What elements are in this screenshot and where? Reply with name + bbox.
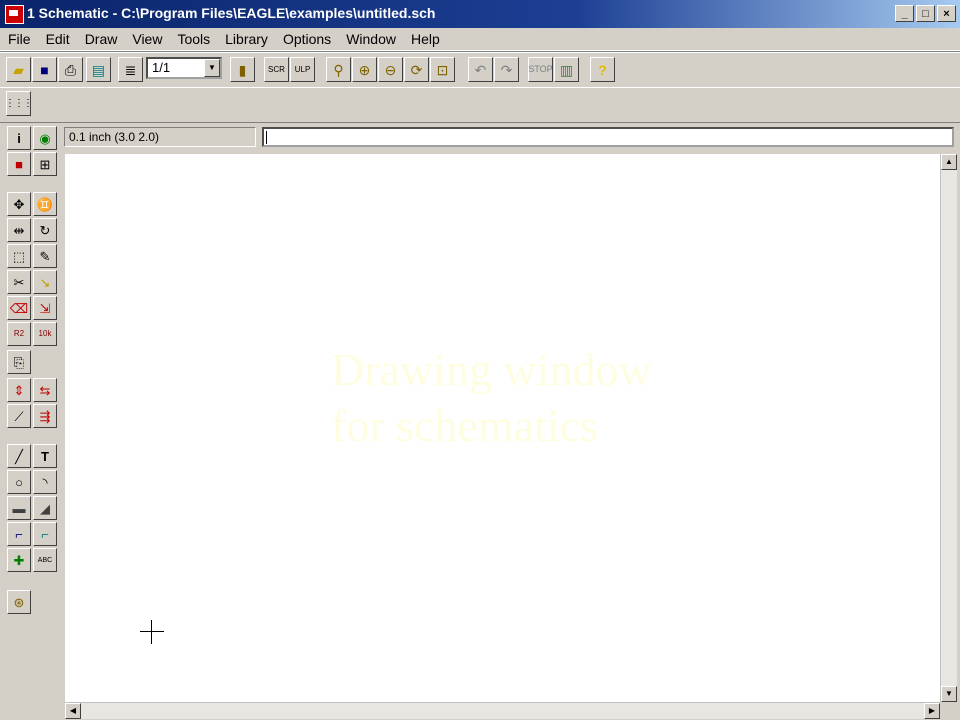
scroll-left-icon[interactable]: ◀ xyxy=(65,703,81,719)
print-icon[interactable]: ⎙ xyxy=(58,57,83,82)
parameter-toolbar: ⋮⋮⋮ xyxy=(0,87,960,123)
use-library-icon[interactable]: ▮ xyxy=(230,57,255,82)
menu-bar: File Edit Draw View Tools Library Option… xyxy=(0,28,960,51)
net-icon[interactable]: ⌐ xyxy=(33,522,57,546)
pinswap-icon[interactable]: ⇕ xyxy=(7,378,31,402)
menu-draw[interactable]: Draw xyxy=(77,31,125,47)
menu-options[interactable]: Options xyxy=(275,31,338,47)
mark-icon[interactable]: ⊞ xyxy=(33,152,57,176)
delete-icon[interactable]: ⌫ xyxy=(7,296,31,320)
zoom-in-icon[interactable]: ⊕ xyxy=(352,57,377,82)
add-icon[interactable]: ⇲ xyxy=(33,296,57,320)
text-caret xyxy=(266,131,267,144)
mirror-icon[interactable]: ⇹ xyxy=(7,218,31,242)
crosshair-cursor-vertical xyxy=(151,620,152,644)
copy-icon[interactable]: ♊ xyxy=(33,192,57,216)
text-icon[interactable]: T xyxy=(33,444,57,468)
sheet-icon[interactable]: ≣ xyxy=(118,57,143,82)
script-icon[interactable]: SCR xyxy=(264,57,289,82)
cut-icon[interactable]: ✂ xyxy=(7,270,31,294)
rotate-icon[interactable]: ↻ xyxy=(33,218,57,242)
grid-readout: 0.1 inch (3.0 2.0) xyxy=(64,127,256,147)
zoom-redraw-icon[interactable]: ⟳ xyxy=(404,57,429,82)
circle-icon[interactable]: ○ xyxy=(7,470,31,494)
menu-help[interactable]: Help xyxy=(403,31,447,47)
command-line-input[interactable] xyxy=(262,127,954,147)
redo-icon[interactable]: ↷ xyxy=(494,57,519,82)
move-icon[interactable]: ✥ xyxy=(7,192,31,216)
vertical-scrollbar[interactable]: ▲ ▼ xyxy=(940,154,957,702)
menu-library[interactable]: Library xyxy=(217,31,275,47)
erc-icon[interactable]: ⊛ xyxy=(7,590,31,614)
grid-icon[interactable]: ⋮⋮⋮ xyxy=(5,91,33,116)
maximize-button[interactable]: □ xyxy=(916,5,935,22)
save-icon[interactable]: ■ xyxy=(32,57,57,82)
name-icon[interactable]: R2 xyxy=(7,322,31,346)
invoke-icon[interactable]: ⇶ xyxy=(33,404,57,428)
arc-icon[interactable]: ◝ xyxy=(33,470,57,494)
scroll-up-icon[interactable]: ▲ xyxy=(941,154,957,170)
open-icon[interactable]: ▰ xyxy=(6,57,31,82)
smash-icon[interactable]: ⎘ xyxy=(7,350,31,374)
size-grip xyxy=(940,702,956,718)
paste-icon[interactable]: ↘ xyxy=(33,270,57,294)
ulp-icon[interactable]: ULP xyxy=(290,57,315,82)
zoom-fit-icon[interactable]: ⚲ xyxy=(326,57,351,82)
display-icon[interactable]: ■ xyxy=(7,152,31,176)
minimize-button[interactable]: _ xyxy=(895,5,914,22)
zoom-out-icon[interactable]: ⊖ xyxy=(378,57,403,82)
label-icon[interactable]: ABC xyxy=(33,548,57,572)
value-icon[interactable]: 10k xyxy=(33,322,57,346)
menu-window[interactable]: Window xyxy=(338,31,403,47)
main-toolbar: ▰ ■ ⎙ ▤ ≣ 1/1 ▼ ▮ SCR ULP ⚲ ⊕ ⊖ ⟳ ⊡ ↶ ↷ S… xyxy=(0,52,960,87)
canvas-annotation: Drawing window for schematics xyxy=(331,344,652,451)
go-icon[interactable]: ▥ xyxy=(554,57,579,82)
info-icon[interactable]: i xyxy=(7,126,31,150)
chevron-down-icon[interactable]: ▼ xyxy=(204,59,220,77)
horizontal-scrollbar[interactable]: ◀ ▶ xyxy=(65,702,940,719)
stop-icon[interactable]: STOP xyxy=(528,57,553,82)
gateswap-icon[interactable]: ⇆ xyxy=(33,378,57,402)
polygon-icon[interactable]: ◢ xyxy=(33,496,57,520)
command-toolbar: i ◉ ■ ⊞ ✥ ♊ ⇹ ↻ ⬚ ✎ ✂ ↘ ⌫ ⇲ R2 10k ⎘ ⇕ ⇆… xyxy=(0,122,64,720)
zoom-select-icon[interactable]: ⊡ xyxy=(430,57,455,82)
window-title: 1 Schematic - C:\Program Files\EAGLE\exa… xyxy=(27,5,436,21)
drawing-canvas[interactable]: Drawing window for schematics xyxy=(65,154,940,702)
app-icon xyxy=(5,5,24,24)
menu-tools[interactable]: Tools xyxy=(169,31,217,47)
status-row: 0.1 inch (3.0 2.0) xyxy=(64,126,958,148)
wire-icon[interactable]: ╱ xyxy=(7,444,31,468)
change-icon[interactable]: ✎ xyxy=(33,244,57,268)
bus-icon[interactable]: ⌐ xyxy=(7,522,31,546)
split-icon[interactable]: ⟋ xyxy=(7,404,31,428)
group-icon[interactable]: ⬚ xyxy=(7,244,31,268)
title-bar: 1 Schematic - C:\Program Files\EAGLE\exa… xyxy=(0,0,960,28)
sheet-select[interactable]: 1/1 ▼ xyxy=(146,57,222,79)
scroll-right-icon[interactable]: ▶ xyxy=(924,703,940,719)
scroll-down-icon[interactable]: ▼ xyxy=(941,686,957,702)
close-button[interactable]: × xyxy=(937,5,956,22)
crosshair-cursor xyxy=(140,631,164,632)
menu-file[interactable]: File xyxy=(0,31,38,47)
rect-icon[interactable]: ▬ xyxy=(7,496,31,520)
undo-icon[interactable]: ↶ xyxy=(468,57,493,82)
help-icon[interactable]: ? xyxy=(590,57,615,82)
menu-edit[interactable]: Edit xyxy=(38,31,77,47)
cam-icon[interactable]: ▤ xyxy=(86,57,111,82)
show-icon[interactable]: ◉ xyxy=(33,126,57,150)
menu-view[interactable]: View xyxy=(124,31,169,47)
junction-icon[interactable]: ✚ xyxy=(7,548,31,572)
